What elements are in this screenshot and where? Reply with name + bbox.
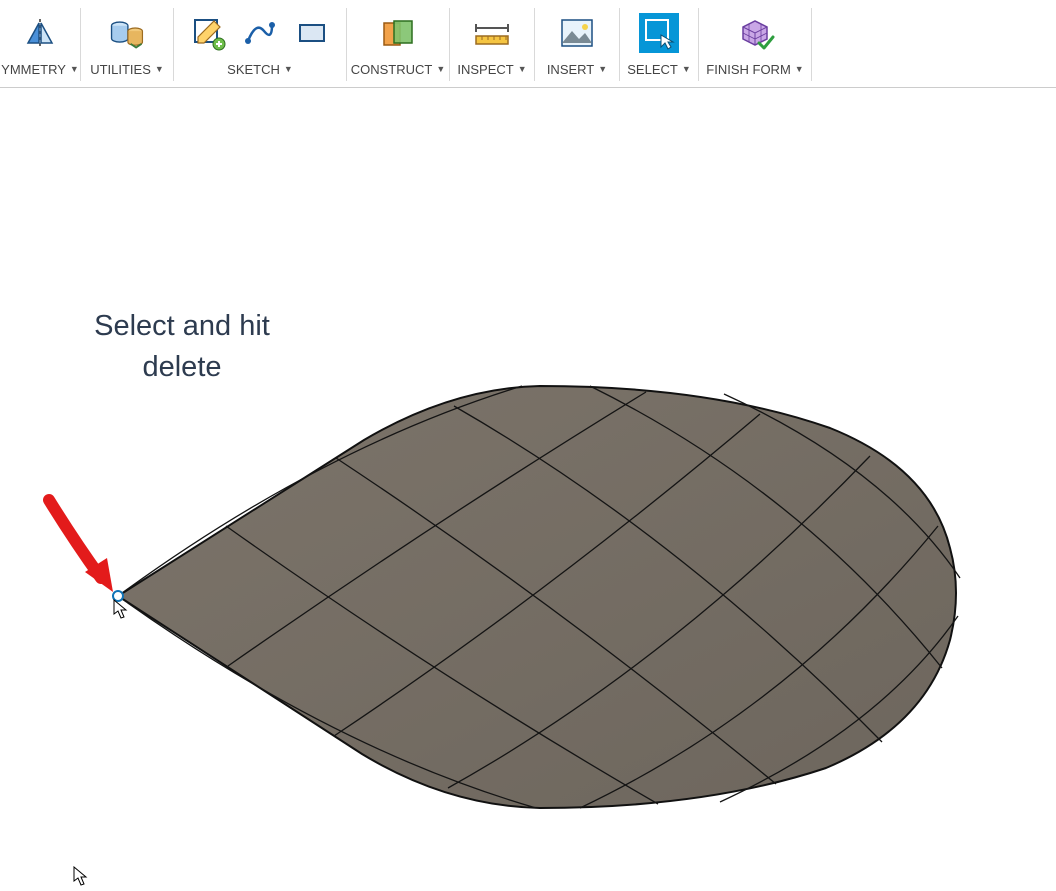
caret-icon: ▼ xyxy=(436,64,445,74)
main-toolbar: YMMETRY ▼ UTILITIES ▼ xyxy=(0,0,1056,88)
symmetry-mirror-icon[interactable] xyxy=(20,13,60,53)
select-window-icon[interactable] xyxy=(639,13,679,53)
rectangle-icon[interactable] xyxy=(292,13,332,53)
toolbar-group-select: SELECT ▼ xyxy=(620,0,698,87)
toolbar-group-sketch: SKETCH ▼ xyxy=(174,0,346,87)
toolbar-group-symmetry: YMMETRY ▼ xyxy=(0,0,80,87)
spline-icon[interactable] xyxy=(240,13,280,53)
toolbar-group-construct: CONSTRUCT ▼ xyxy=(347,0,449,87)
create-sketch-icon[interactable] xyxy=(188,13,228,53)
toolbar-group-utilities: UTILITIES ▼ xyxy=(81,0,173,87)
toolbar-label-inspect[interactable]: INSPECT ▼ xyxy=(455,60,528,79)
finish-form-icon[interactable] xyxy=(735,13,775,53)
caret-icon: ▼ xyxy=(598,64,607,74)
toolbar-label-symmetry[interactable]: YMMETRY ▼ xyxy=(0,60,81,79)
finish-form-label-text: FINISH FORM xyxy=(706,62,791,77)
cursor-icon xyxy=(113,599,129,624)
viewport-canvas[interactable]: Select and hit delete xyxy=(0,88,1056,792)
toolbar-label-insert[interactable]: INSERT ▼ xyxy=(545,60,609,79)
tspline-surface[interactable] xyxy=(110,378,970,818)
sketch-label-text: SKETCH xyxy=(227,62,280,77)
construct-label-text: CONSTRUCT xyxy=(351,62,433,77)
caret-icon: ▼ xyxy=(795,64,804,74)
toolbar-label-utilities[interactable]: UTILITIES ▼ xyxy=(88,60,166,79)
toolbar-label-finish-form[interactable]: FINISH FORM ▼ xyxy=(704,60,805,79)
select-label-text: SELECT xyxy=(627,62,678,77)
annotation-text: Select and hit delete xyxy=(82,306,282,387)
inspect-label-text: INSPECT xyxy=(457,62,513,77)
caret-icon: ▼ xyxy=(70,64,79,74)
utilities-label-text: UTILITIES xyxy=(90,62,151,77)
toolbar-separator xyxy=(811,8,812,81)
toolbar-group-finish-form: FINISH FORM ▼ xyxy=(699,0,811,87)
caret-icon: ▼ xyxy=(284,64,293,74)
construct-plane-icon[interactable] xyxy=(378,13,418,53)
caret-icon: ▼ xyxy=(518,64,527,74)
insert-label-text: INSERT xyxy=(547,62,594,77)
toolbar-label-select[interactable]: SELECT ▼ xyxy=(625,60,693,79)
toolbar-group-insert: INSERT ▼ xyxy=(535,0,619,87)
cursor-icon xyxy=(73,866,89,891)
caret-icon: ▼ xyxy=(682,64,691,74)
symmetry-label-text: YMMETRY xyxy=(1,62,66,77)
toolbar-label-construct[interactable]: CONSTRUCT ▼ xyxy=(349,60,448,79)
measure-icon[interactable] xyxy=(472,13,512,53)
toolbar-group-inspect: INSPECT ▼ xyxy=(450,0,534,87)
insert-image-icon[interactable] xyxy=(557,13,597,53)
cylinder-display-icon[interactable] xyxy=(107,13,147,53)
toolbar-label-sketch[interactable]: SKETCH ▼ xyxy=(225,60,295,79)
caret-icon: ▼ xyxy=(155,64,164,74)
